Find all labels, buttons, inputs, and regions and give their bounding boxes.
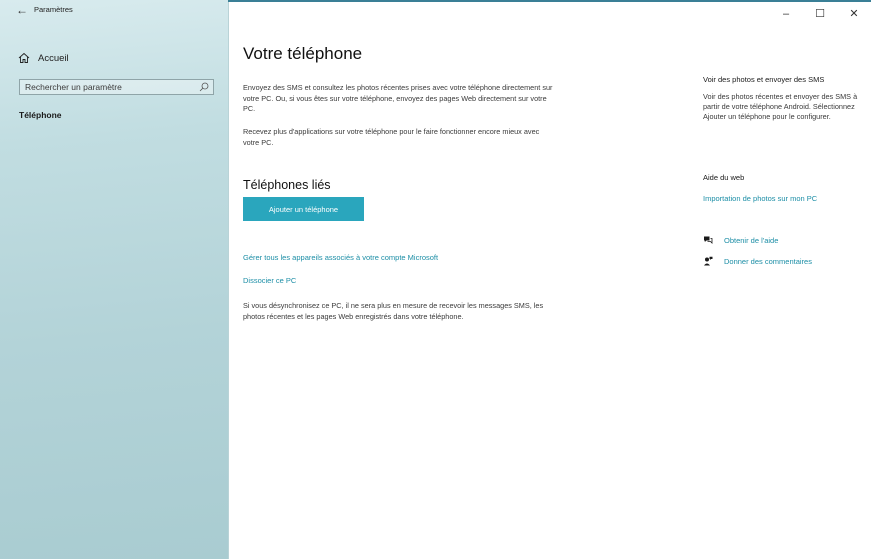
linked-phones-title: Téléphones liés	[243, 178, 331, 192]
import-photos-link[interactable]: Importation de photos sur mon PC	[703, 194, 817, 203]
page-title: Votre téléphone	[243, 44, 363, 63]
minimize-button[interactable]: –	[769, 4, 803, 24]
close-button[interactable]: ✕	[837, 4, 871, 24]
photos-sms-text: Voir des photos récentes et envoyer des …	[703, 92, 858, 122]
home-label: Accueil	[38, 52, 69, 64]
get-help-link[interactable]: Obtenir de l'aide	[724, 236, 778, 245]
sidebar: Accueil Téléphone	[0, 0, 229, 559]
intro-text: Envoyez des SMS et consultez les photos …	[243, 83, 553, 113]
web-help-heading: Aide du web	[703, 173, 745, 182]
get-help-row[interactable]: Obtenir de l'aide	[703, 235, 778, 245]
give-feedback-link[interactable]: Donner des commentaires	[724, 257, 812, 266]
settings-window: Accueil Téléphone ← Paramètres – ☐ ✕ Vot…	[0, 0, 871, 559]
search-box[interactable]	[19, 79, 214, 95]
search-input[interactable]	[25, 80, 195, 94]
feedback-icon	[704, 256, 713, 266]
apps-text: Recevez plus d'applications sur votre té…	[243, 127, 540, 147]
add-phone-button[interactable]: Ajouter un téléphone	[243, 197, 364, 221]
manage-devices-link[interactable]: Gérer tous les appareils associés à votr…	[243, 253, 438, 262]
unlink-info-text: Si vous désynchronisez ce PC, il ne sera…	[243, 301, 544, 321]
title-bar-accent	[228, 0, 871, 2]
maximize-button[interactable]: ☐	[803, 4, 837, 24]
feedback-row[interactable]: Donner des commentaires	[703, 256, 812, 266]
chat-help-icon	[704, 236, 713, 244]
unlink-pc-link[interactable]: Dissocier ce PC	[243, 276, 296, 285]
window-controls: – ☐ ✕	[769, 4, 871, 24]
sidebar-item-phone[interactable]: Téléphone	[19, 110, 62, 120]
home-icon	[18, 52, 30, 63]
app-title: Paramètres	[34, 5, 73, 14]
back-button[interactable]: ←	[14, 2, 30, 18]
search-icon[interactable]	[199, 82, 209, 92]
photos-sms-heading: Voir des photos et envoyer des SMS	[703, 75, 825, 84]
title-bar: ← Paramètres – ☐ ✕	[0, 0, 871, 20]
sidebar-item-home[interactable]: Accueil	[18, 52, 69, 64]
back-arrow-icon: ←	[16, 3, 28, 17]
